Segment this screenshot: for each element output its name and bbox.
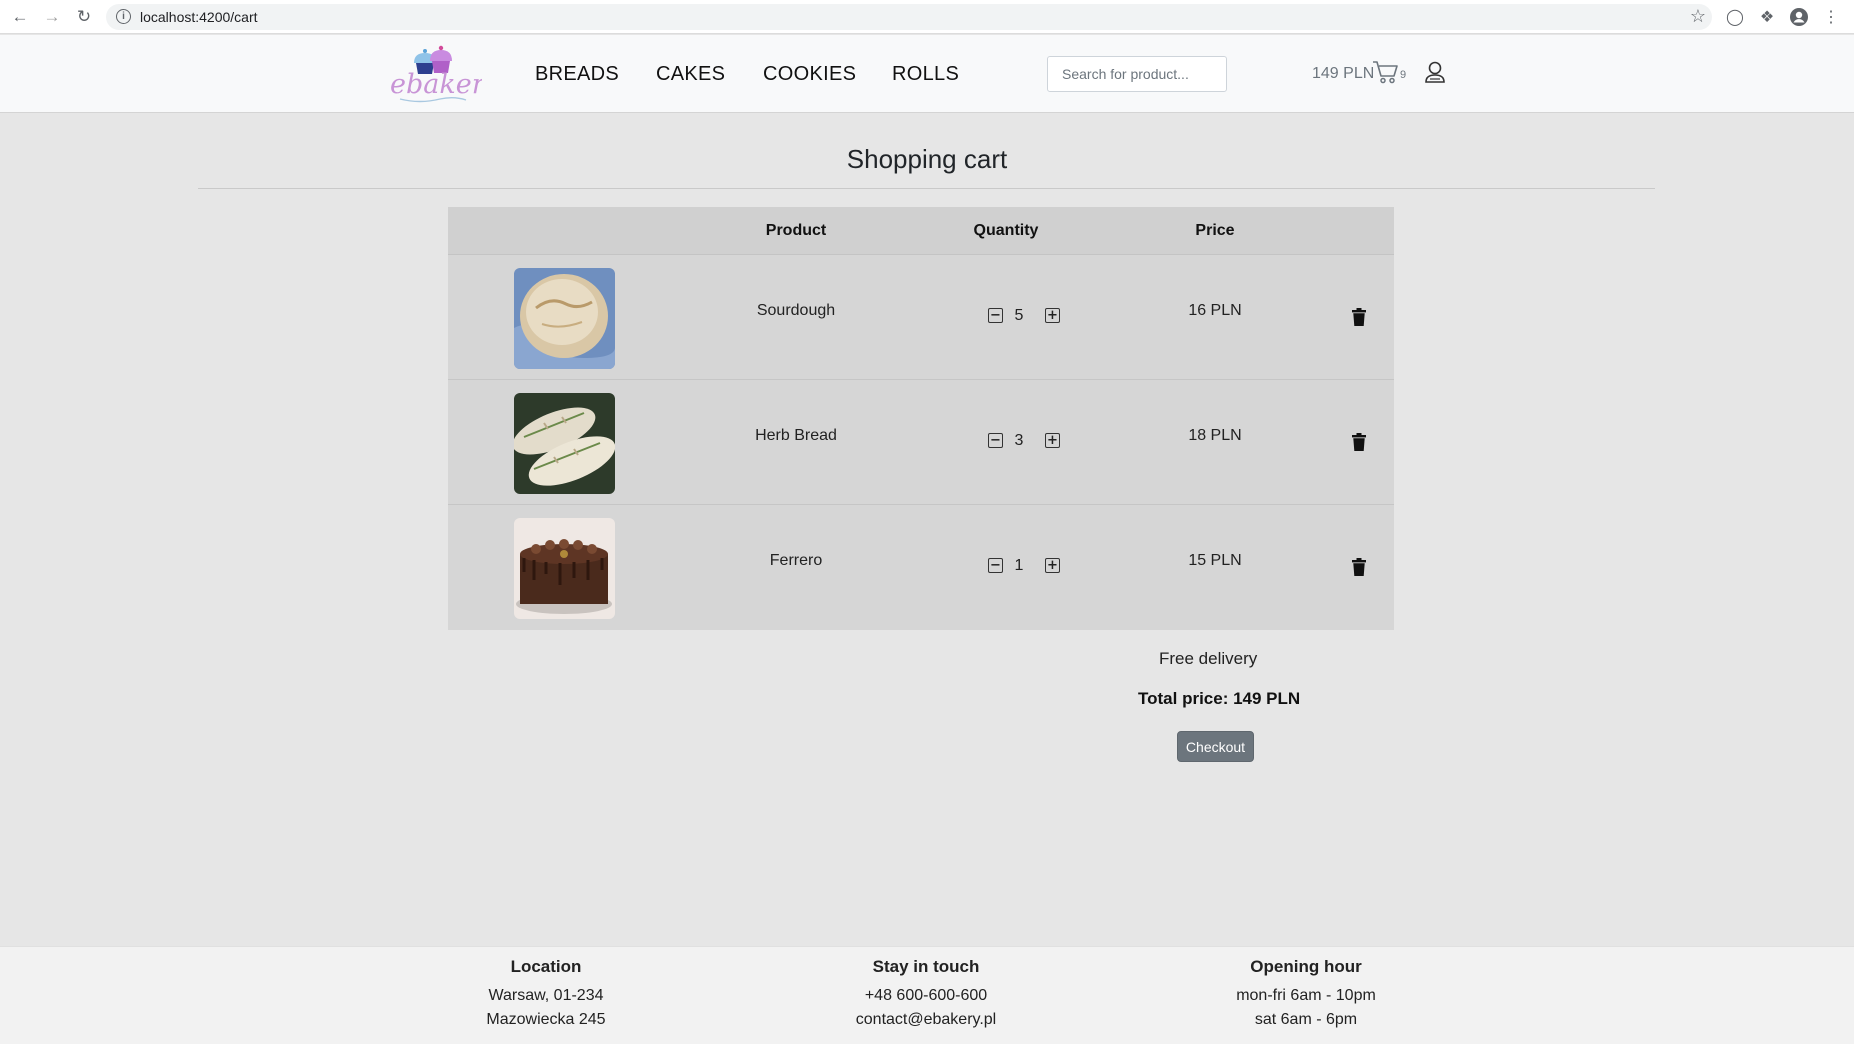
product-price: 15 PLN (1188, 552, 1242, 569)
url-text: localhost:4200/cart (140, 9, 258, 25)
increase-quantity-button[interactable]: + (1045, 433, 1060, 448)
search-input[interactable] (1047, 56, 1227, 92)
page-title: Shopping cart (846, 144, 1008, 174)
footer-hours-line2: sat 6am - 6pm (1254, 1011, 1358, 1028)
forward-icon[interactable]: → (40, 5, 64, 29)
logo-text: ebakery (390, 69, 482, 100)
column-price: Price (1195, 222, 1235, 239)
title-divider (198, 188, 1655, 189)
footer-hours-title: Opening hour (1250, 957, 1362, 976)
cart-row: Sourdough − 5 + 16 PLN (448, 255, 1394, 380)
nav-cakes[interactable]: CAKES (656, 63, 725, 86)
footer-email[interactable]: contact@ebakery.pl (776, 1008, 1076, 1032)
product-image-sourdough (514, 268, 615, 369)
footer-contact-title: Stay in touch (872, 957, 980, 976)
cart-table: Product Quantity Price Sourdough − 5 + 1… (448, 207, 1394, 630)
trash-icon[interactable] (1352, 558, 1366, 576)
product-image-ferrero (514, 518, 615, 619)
cart-row: Herb Bread − 3 + 18 PLN (448, 380, 1394, 505)
profile-icon[interactable] (1788, 6, 1810, 28)
cart-row: Ferrero − 1 + 15 PLN (448, 505, 1394, 630)
footer-phone[interactable]: +48 600-600-600 (776, 984, 1076, 1008)
browser-toolbar: ← → ↻ i localhost:4200/cart ☆ ◯ ❖ ⋮ (0, 0, 1854, 34)
footer-hours-line1: mon-fri 6am - 10pm (1236, 987, 1376, 1004)
puzzle-icon[interactable]: ❖ (1756, 6, 1778, 28)
trash-icon[interactable] (1352, 308, 1366, 326)
extension-icon[interactable]: ◯ (1724, 6, 1746, 28)
site-header: ebakery BREADS CAKES COOKIES ROLLS 149 P… (0, 35, 1854, 113)
trash-icon[interactable] (1352, 433, 1366, 451)
product-name: Ferrero (769, 552, 823, 569)
footer-location: Location Warsaw, 01-234 Mazowiecka 245 (396, 957, 696, 1032)
footer-location-line2: Mazowiecka 245 (486, 1011, 606, 1028)
cart-count-badge: 9 (1400, 69, 1407, 81)
nav-breads[interactable]: BREADS (535, 63, 619, 86)
cart-table-header: Product Quantity Price (448, 207, 1394, 255)
cart-icon[interactable] (1372, 59, 1400, 85)
column-quantity: Quantity (973, 222, 1039, 239)
product-price: 16 PLN (1188, 302, 1242, 319)
product-name: Sourdough (756, 302, 836, 319)
delivery-info: Free delivery (1159, 649, 1258, 668)
increase-quantity-button[interactable]: + (1045, 558, 1060, 573)
site-info-icon[interactable]: i (116, 9, 131, 24)
quantity-stepper: − 5 + (969, 307, 1069, 327)
user-icon[interactable] (1424, 60, 1446, 84)
nav-cookies[interactable]: COOKIES (763, 63, 856, 86)
bookmark-star-icon[interactable]: ☆ (1690, 6, 1706, 27)
quantity-stepper: − 3 + (969, 432, 1069, 452)
column-product: Product (765, 222, 827, 239)
footer-contact: Stay in touch +48 600-600-600 contact@eb… (776, 957, 1076, 1032)
footer-hours: Opening hour mon-fri 6am - 10pm sat 6am … (1156, 957, 1456, 1032)
product-name: Herb Bread (755, 427, 837, 444)
increase-quantity-button[interactable]: + (1045, 308, 1060, 323)
checkout-button[interactable]: Checkout (1177, 731, 1254, 762)
footer-location-line1: Warsaw, 01-234 (488, 987, 604, 1004)
nav-rolls[interactable]: ROLLS (892, 63, 959, 86)
menu-kebab-icon[interactable]: ⋮ (1820, 6, 1842, 28)
reload-icon[interactable]: ↻ (72, 5, 96, 29)
quantity-stepper: − 1 + (969, 557, 1069, 577)
product-image-herb-bread (514, 393, 615, 494)
address-bar[interactable]: i localhost:4200/cart ☆ (106, 4, 1712, 30)
total-price: Total price: 149 PLN (1138, 689, 1301, 708)
site-footer: Location Warsaw, 01-234 Mazowiecka 245 S… (0, 946, 1854, 1044)
ebakery-logo[interactable]: ebakery (386, 43, 501, 105)
cart-total[interactable]: 149 PLN (1312, 65, 1374, 83)
footer-location-title: Location (510, 957, 582, 976)
back-icon[interactable]: ← (8, 5, 32, 29)
product-price: 18 PLN (1188, 427, 1242, 444)
